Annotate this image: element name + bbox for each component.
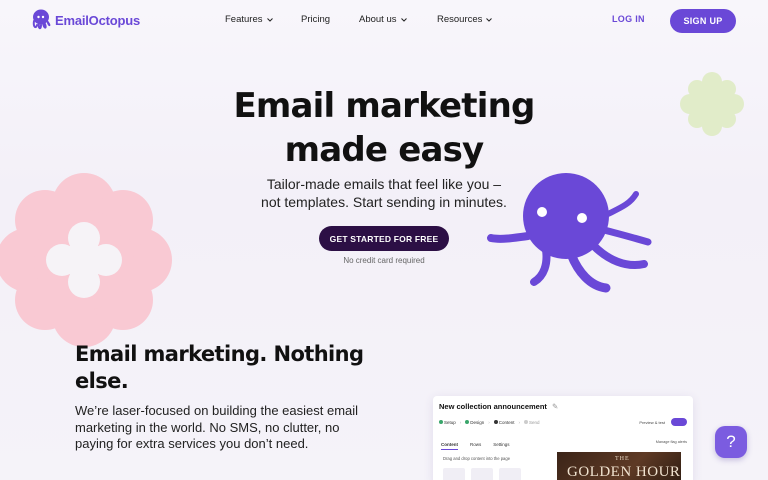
tab-content: Content (441, 442, 458, 450)
nav-pricing-label: Pricing (301, 14, 331, 25)
logo[interactable]: EmailOctopus (31, 9, 140, 31)
pink-flower-icon (0, 173, 172, 347)
section-body: We’re laser-focused on building the easi… (75, 403, 359, 451)
green-flower-icon (680, 72, 744, 136)
cta-note: No credit card required (343, 256, 425, 265)
step-setup-label: Setup (444, 420, 456, 425)
editor-preview: New collection announcement ✎ Setup › De… (433, 396, 693, 480)
top-nav: EmailOctopus Features Pricing About us R… (0, 0, 768, 42)
content-block (443, 468, 465, 480)
step-content: Content (493, 420, 515, 425)
step-design: Design (465, 420, 484, 425)
get-started-button[interactable]: GET STARTED FOR FREE (319, 226, 449, 251)
nav-features-label: Features (225, 14, 263, 25)
preview-blocks (443, 468, 521, 480)
preview-side-note: Manage flag alerts (655, 440, 687, 444)
preview-hint: Drag and drop content into the page (443, 456, 511, 461)
login-link[interactable]: LOG IN (612, 14, 645, 24)
preview-actions: Preview & test (639, 418, 687, 426)
nav-resources[interactable]: Resources (437, 14, 493, 25)
chevron-down-icon (266, 17, 273, 22)
preview-title: New collection announcement ✎ (439, 402, 558, 411)
help-icon: ? (726, 432, 736, 451)
content-block (499, 468, 521, 480)
signup-button[interactable]: SIGN UP (670, 9, 736, 33)
nav-pricing[interactable]: Pricing (301, 14, 330, 25)
chevron-down-icon (486, 17, 493, 22)
preview-tabs: Content Rows Settings (441, 442, 510, 450)
help-button[interactable]: ? (715, 426, 747, 458)
content-block (471, 468, 493, 480)
step-setup: Setup (439, 420, 456, 425)
preview-test-button: Preview & test (639, 419, 665, 425)
nav-features[interactable]: Features (225, 14, 274, 25)
hero-title-line-1: Email marketing (233, 86, 535, 126)
chevron-down-icon (400, 17, 407, 22)
preview-steps: Setup › Design › Content › Send (439, 420, 540, 425)
nav-about-label: About us (359, 14, 397, 25)
step-send: Send (524, 420, 540, 425)
step-content-label: Content (498, 420, 515, 425)
tab-settings: Settings (493, 442, 510, 447)
logo-text: EmailOctopus (55, 12, 141, 28)
step-send-label: Send (529, 420, 540, 425)
hero-title: Email marketing made easy (200, 84, 568, 172)
nav-about[interactable]: About us (359, 14, 408, 25)
tab-rows: Rows (470, 442, 482, 447)
image-text-big: GOLDEN HOUR (567, 464, 681, 480)
next-button (671, 418, 687, 426)
preview-title-text: New collection announcement (439, 402, 547, 411)
nav-resources-label: Resources (437, 14, 483, 25)
octopus-logo-icon (32, 9, 51, 30)
step-design-label: Design (470, 420, 485, 425)
section-title: Email marketing. Nothing else. (75, 342, 364, 393)
image-text-small: THE (615, 456, 630, 462)
octopus-mascot-icon (487, 173, 652, 293)
edit-icon: ✎ (552, 402, 559, 411)
email-hero-image: THE GOLDEN HOUR (557, 452, 681, 480)
